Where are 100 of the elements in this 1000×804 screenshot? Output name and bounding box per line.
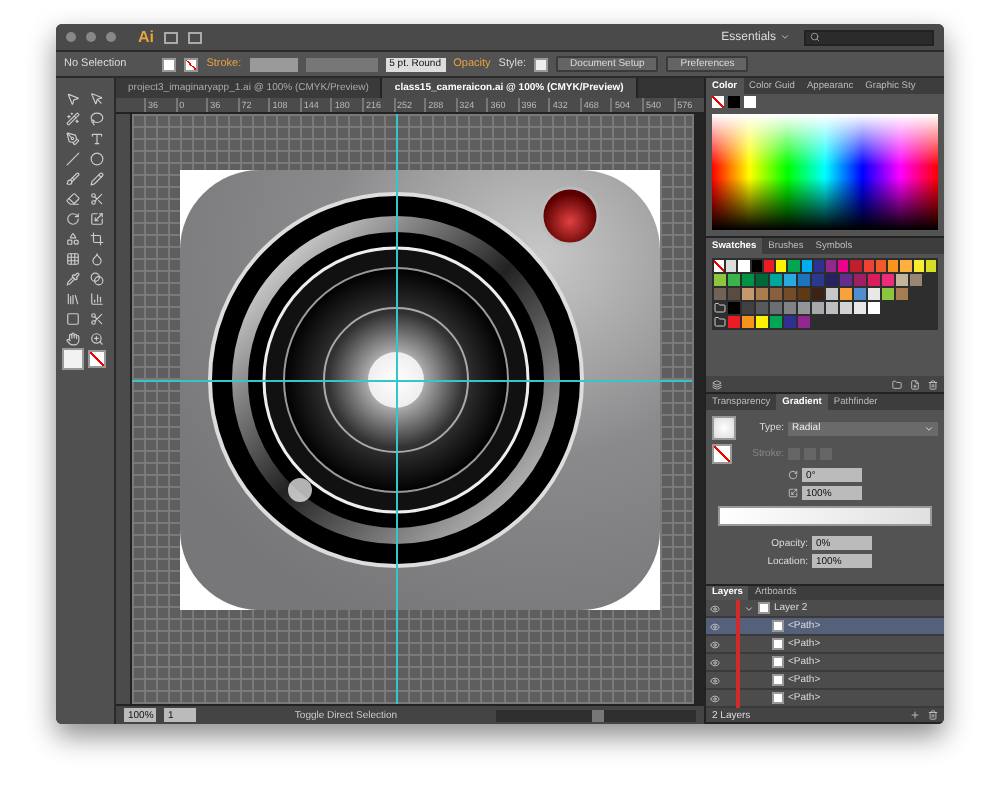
gradient-swatch[interactable]: [712, 416, 736, 440]
color-swatch[interactable]: [776, 260, 787, 272]
color-swatch[interactable]: [900, 260, 911, 272]
zoom-icon[interactable]: [90, 332, 105, 346]
brush-icon[interactable]: [65, 172, 80, 186]
color-swatch[interactable]: [913, 260, 924, 272]
color-swatch[interactable]: [728, 274, 740, 286]
color-swatch[interactable]: [863, 260, 874, 272]
folder-icon[interactable]: [892, 379, 902, 389]
color-swatch[interactable]: [784, 274, 796, 286]
color-swatch[interactable]: [896, 274, 908, 286]
color-swatch[interactable]: [784, 316, 796, 328]
color-swatch[interactable]: [742, 302, 754, 314]
lasso-icon[interactable]: [90, 112, 105, 126]
color-swatch[interactable]: [742, 316, 754, 328]
crop-icon[interactable]: [90, 232, 105, 246]
color-swatch[interactable]: [812, 274, 824, 286]
registration-swatch[interactable]: [726, 260, 737, 272]
aspect-ratio-icon[interactable]: [788, 488, 798, 498]
new-swatch-icon[interactable]: [910, 379, 920, 389]
trash-icon[interactable]: [928, 710, 938, 720]
color-swatch[interactable]: [756, 316, 768, 328]
new-layer-icon[interactable]: [910, 710, 920, 720]
stroke-weight-field[interactable]: [249, 57, 298, 71]
color-swatch[interactable]: [742, 288, 754, 300]
type-icon[interactable]: [90, 132, 105, 146]
color-swatch[interactable]: [838, 260, 849, 272]
scale-icon[interactable]: [90, 212, 105, 226]
color-swatch[interactable]: [714, 274, 726, 286]
disclosure-icon[interactable]: [744, 603, 754, 613]
color-swatch[interactable]: [875, 260, 887, 272]
color-swatch[interactable]: [925, 260, 936, 272]
color-swatch[interactable]: [868, 288, 880, 300]
color-swatch[interactable]: [910, 274, 922, 286]
eraser-icon[interactable]: [65, 192, 80, 206]
direct-selection-icon[interactable]: [90, 92, 105, 106]
eye-icon[interactable]: [710, 639, 720, 649]
color-swatch[interactable]: [854, 288, 866, 300]
color-swatch[interactable]: [756, 274, 768, 286]
scrollbar[interactable]: [692, 114, 704, 704]
color-swatch[interactable]: [854, 302, 866, 314]
angle-icon[interactable]: [788, 470, 798, 480]
color-swatch[interactable]: [798, 288, 810, 300]
mesh-grid-icon[interactable]: [65, 252, 80, 266]
color-swatch[interactable]: [825, 260, 837, 272]
color-swatch[interactable]: [840, 302, 852, 314]
eye-icon[interactable]: [710, 621, 720, 631]
color-swatch[interactable]: [882, 288, 894, 300]
color-swatch[interactable]: [826, 288, 838, 300]
bar-graph-icon[interactable]: [90, 292, 105, 306]
pen-icon[interactable]: [65, 132, 80, 146]
search-field[interactable]: [804, 29, 934, 45]
color-swatch[interactable]: [840, 274, 852, 286]
color-swatch[interactable]: [813, 260, 824, 272]
color-swatch[interactable]: [882, 274, 894, 286]
fill-swatch[interactable]: [162, 57, 177, 71]
color-swatch[interactable]: [728, 302, 740, 314]
eye-icon[interactable]: [710, 675, 720, 685]
color-swatch[interactable]: [788, 260, 800, 272]
color-swatch[interactable]: [798, 274, 810, 286]
fill-swatch[interactable]: [61, 348, 84, 370]
color-swatch[interactable]: [868, 274, 880, 286]
hand-icon[interactable]: [65, 332, 80, 346]
stroke-swatch[interactable]: [712, 444, 732, 464]
variable-width-field[interactable]: [305, 57, 378, 71]
trash-icon[interactable]: [928, 379, 938, 389]
color-swatch[interactable]: [770, 316, 782, 328]
color-swatch[interactable]: [763, 260, 775, 272]
color-swatch[interactable]: [801, 260, 812, 272]
color-swatch[interactable]: [770, 274, 782, 286]
eyedropper-icon[interactable]: [65, 272, 80, 286]
color-swatch[interactable]: [826, 302, 838, 314]
color-swatch[interactable]: [798, 316, 810, 328]
color-swatch[interactable]: [714, 288, 726, 300]
color-swatch[interactable]: [868, 302, 880, 314]
ellipse-icon[interactable]: [90, 152, 105, 166]
scissors-icon[interactable]: [90, 192, 105, 206]
color-swatch[interactable]: [784, 288, 796, 300]
eye-icon[interactable]: [710, 603, 720, 613]
eye-icon[interactable]: [710, 657, 720, 667]
none-swatch[interactable]: [712, 96, 724, 108]
magic-wand-icon[interactable]: [65, 112, 80, 126]
stroke-swatch[interactable]: [184, 57, 199, 71]
color-swatch[interactable]: [812, 288, 824, 300]
color-swatch[interactable]: [888, 260, 899, 272]
color-swatch[interactable]: [756, 302, 768, 314]
droplet-icon[interactable]: [90, 252, 105, 266]
none-swatch[interactable]: [714, 260, 725, 272]
color-swatch[interactable]: [854, 274, 866, 286]
color-swatch[interactable]: [896, 288, 908, 300]
selection-arrow-icon[interactable]: [65, 92, 80, 106]
color-swatch[interactable]: [751, 260, 762, 272]
color-swatch[interactable]: [738, 260, 750, 272]
rotate-icon[interactable]: [65, 212, 80, 226]
pencil-icon[interactable]: [90, 172, 105, 186]
scrollbar[interactable]: [496, 709, 696, 721]
color-spectrum[interactable]: [712, 114, 938, 230]
color-swatch[interactable]: [840, 288, 852, 300]
eye-icon[interactable]: [710, 693, 720, 703]
gradient-ramp[interactable]: [718, 506, 932, 526]
